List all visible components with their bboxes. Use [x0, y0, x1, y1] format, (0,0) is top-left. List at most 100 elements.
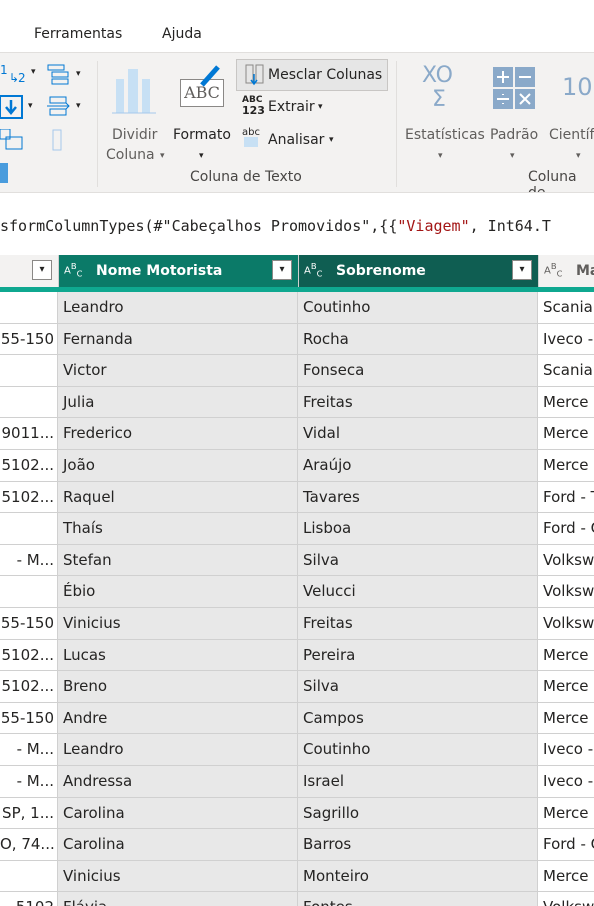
table-cell[interactable]: Volksw [538, 608, 594, 640]
table-cell[interactable]: Freitas [298, 386, 538, 419]
column-header-previous[interactable]: ▾ [0, 255, 58, 288]
filter-dropdown-icon[interactable]: ▾ [512, 260, 532, 280]
table-cell[interactable]: Merce [538, 797, 594, 830]
table-cell[interactable]: 5102... [0, 481, 58, 514]
table-cell[interactable]: SP, 1... [0, 797, 58, 830]
table-cell[interactable]: Flávia [58, 892, 298, 906]
table-cell[interactable]: Breno [58, 671, 298, 703]
column-header-marca[interactable]: ABC Ma [538, 255, 594, 288]
table-cell[interactable]: Volksw [538, 576, 594, 608]
table-cell[interactable]: Ford - C [538, 513, 594, 545]
table-cell[interactable]: Tavares [298, 481, 538, 514]
menu-help[interactable]: Ajuda [162, 26, 202, 42]
column-header-sobrenome[interactable]: ABC Sobrenome ▾ [298, 255, 539, 287]
table-cell[interactable]: Ford - C [538, 829, 594, 861]
table-cell[interactable]: Merce [538, 386, 594, 419]
table-cell[interactable]: - M... [0, 766, 58, 798]
table-cell[interactable]: Vidal [298, 418, 538, 450]
table-cell[interactable]: Coutinho [298, 734, 538, 766]
table-cell[interactable]: Ébio [58, 576, 298, 608]
format-button[interactable]: ABC Formato ▾ [172, 61, 234, 161]
text-type-icon[interactable]: ABC [544, 261, 562, 278]
table-cell[interactable]: Merce [538, 702, 594, 735]
table-cell[interactable]: Leandro [58, 292, 298, 324]
table-cell[interactable]: Merce [538, 418, 594, 450]
table-cell[interactable] [0, 292, 58, 324]
extract-button[interactable]: ABC 123 Extrair ▾ [240, 95, 340, 121]
table-cell[interactable]: 55-150 [0, 323, 58, 356]
pivot-icon[interactable]: ▾ [46, 95, 86, 121]
table-cell[interactable]: 5102 [0, 892, 58, 906]
table-cell[interactable]: 9011... [0, 418, 58, 450]
transpose-icon[interactable] [0, 128, 26, 153]
table-cell[interactable]: Velucci [298, 576, 538, 608]
table-cell[interactable]: Vinicius [58, 608, 298, 640]
table-cell[interactable]: Frederico [58, 418, 298, 450]
table-cell[interactable]: Fonseca [298, 355, 538, 387]
table-cell[interactable]: Ford - T [538, 481, 594, 514]
table-cell[interactable]: Scania [538, 355, 594, 387]
group-by-icon[interactable]: ▾ [46, 63, 86, 87]
fill-down-icon[interactable]: ▾ [0, 95, 40, 121]
scientific-button[interactable]: 10 Científ ▾ [546, 61, 594, 161]
table-cell[interactable]: Carolina [58, 797, 298, 830]
table-cell[interactable]: 55-150 [0, 702, 58, 735]
table-cell[interactable]: Silva [298, 544, 538, 577]
table-cell[interactable]: Leandro [58, 734, 298, 766]
table-cell[interactable]: 5102... [0, 450, 58, 482]
table-cell[interactable]: Fontes [298, 892, 538, 906]
formula-text[interactable]: sformColumnTypes(#"Cabeçalhos Promovidos… [0, 217, 551, 235]
table-cell[interactable]: Coutinho [298, 292, 538, 324]
table-cell[interactable] [0, 355, 58, 387]
table-cell[interactable]: Thaís [58, 513, 298, 545]
split-column-button[interactable]: Dividir Coluna ▾ [104, 61, 166, 163]
table-cell[interactable]: Stefan [58, 544, 298, 577]
filter-dropdown-icon[interactable]: ▾ [272, 260, 292, 280]
column-header-nome-motorista[interactable]: ABC Nome Motorista ▾ [58, 255, 299, 287]
table-cell[interactable]: 55-150 [0, 608, 58, 640]
standard-button[interactable]: Padrão ▾ [488, 61, 540, 161]
table-cell[interactable]: Carolina [58, 829, 298, 861]
table-cell[interactable]: Campos [298, 702, 538, 735]
table-cell[interactable]: Vinicius [58, 860, 298, 893]
table-cell[interactable]: Lisboa [298, 513, 538, 545]
table-cell[interactable]: 5102... [0, 639, 58, 672]
table-cell[interactable] [0, 513, 58, 545]
table-cell[interactable]: Scania [538, 292, 594, 324]
table-cell[interactable]: Araújo [298, 450, 538, 482]
table-cell[interactable]: Merce [538, 639, 594, 672]
table-cell[interactable] [0, 386, 58, 419]
table-cell[interactable]: Silva [298, 671, 538, 703]
table-cell[interactable]: Victor [58, 355, 298, 387]
text-type-icon[interactable]: ABC [304, 261, 322, 278]
filter-dropdown-icon[interactable]: ▾ [32, 260, 52, 280]
table-cell[interactable]: Barros [298, 829, 538, 861]
table-cell[interactable] [0, 576, 58, 608]
menu-tools[interactable]: Ferramentas [34, 26, 122, 42]
statistics-button[interactable]: XO Σ Estatísticas ▾ [402, 61, 485, 161]
formula-bar[interactable]: sformColumnTypes(#"Cabeçalhos Promovidos… [0, 192, 594, 253]
table-cell[interactable]: Raquel [58, 481, 298, 514]
table-cell[interactable]: Merce [538, 860, 594, 893]
table-cell[interactable]: Monteiro [298, 860, 538, 893]
table-cell[interactable]: Iveco - [538, 734, 594, 766]
table-cell[interactable]: Rocha [298, 323, 538, 356]
table-cell[interactable]: Sagrillo [298, 797, 538, 830]
table-cell[interactable]: Merce [538, 450, 594, 482]
analyze-button[interactable]: abc Analisar ▾ [240, 127, 340, 153]
table-cell[interactable]: O, 74... [0, 829, 58, 861]
table-cell[interactable]: Iveco - [538, 766, 594, 798]
table-cell[interactable]: Andressa [58, 766, 298, 798]
table-cell[interactable]: Lucas [58, 639, 298, 672]
table-cell[interactable]: Fernanda [58, 323, 298, 356]
table-cell[interactable]: Merce [538, 671, 594, 703]
table-cell[interactable]: Andre [58, 702, 298, 735]
text-type-icon[interactable]: ABC [64, 261, 82, 278]
table-cell[interactable] [0, 860, 58, 893]
table-cell[interactable]: Volksw [538, 544, 594, 577]
merge-columns-button[interactable]: Mesclar Colunas [236, 59, 388, 91]
table-cell[interactable]: - M... [0, 544, 58, 577]
table-cell[interactable]: Israel [298, 766, 538, 798]
table-cell[interactable]: Pereira [298, 639, 538, 672]
table-cell[interactable]: João [58, 450, 298, 482]
